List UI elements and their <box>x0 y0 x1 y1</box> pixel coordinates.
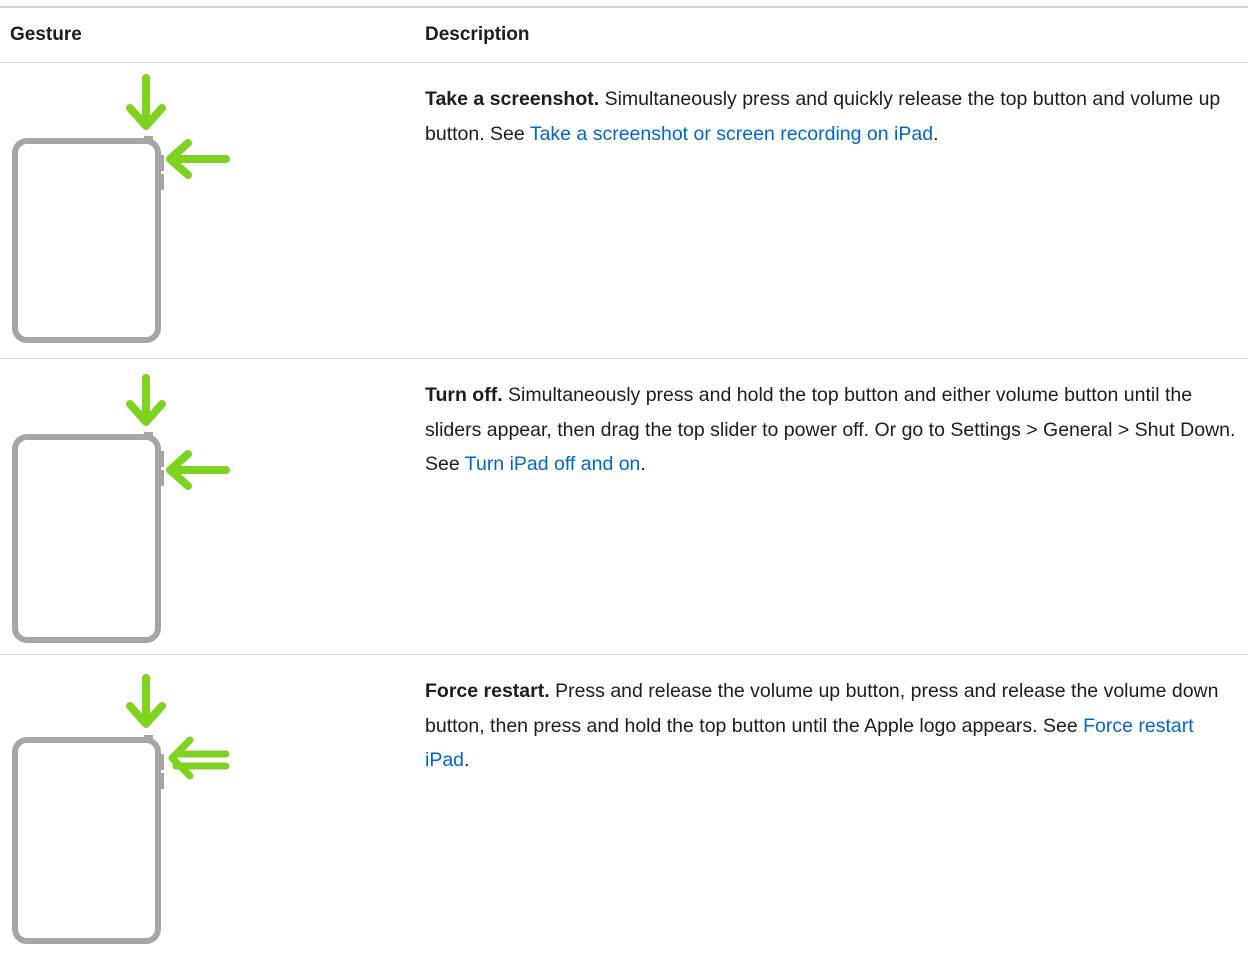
row-end: . <box>464 749 470 771</box>
row-description: Turn off. Simultaneously press and hold … <box>425 378 1240 482</box>
row-end: . <box>933 122 939 145</box>
description-column-header: Description <box>425 24 530 45</box>
screenshot-help-link[interactable]: Take a screenshot or screen recording on… <box>530 123 933 145</box>
table-row-force-restart: Force restart. Press and release the vol… <box>0 654 1248 954</box>
turn-ipad-off-on-link[interactable]: Turn iPad off and on <box>465 453 641 475</box>
table-row-screenshot: Take a screenshot. Simultaneously press … <box>0 62 1248 358</box>
row-description: Take a screenshot. Simultaneously press … <box>425 82 1240 151</box>
gesture-column-header: Gesture <box>10 24 82 45</box>
row-description: Force restart. Press and release the vol… <box>425 674 1240 778</box>
row-end: . <box>640 453 646 475</box>
ipad-top-and-volume-hold-icon <box>0 358 240 643</box>
row-lead: Force restart. <box>425 680 550 702</box>
ipad-force-restart-icon <box>0 654 240 944</box>
row-lead: Take a screenshot. <box>425 88 600 110</box>
table-row-turn-off: Turn off. Simultaneously press and hold … <box>0 358 1248 654</box>
row-lead: Turn off. <box>425 384 503 406</box>
table-header-row: Gesture Description <box>0 8 1248 62</box>
ipad-top-and-volume-up-press-icon <box>0 62 240 343</box>
